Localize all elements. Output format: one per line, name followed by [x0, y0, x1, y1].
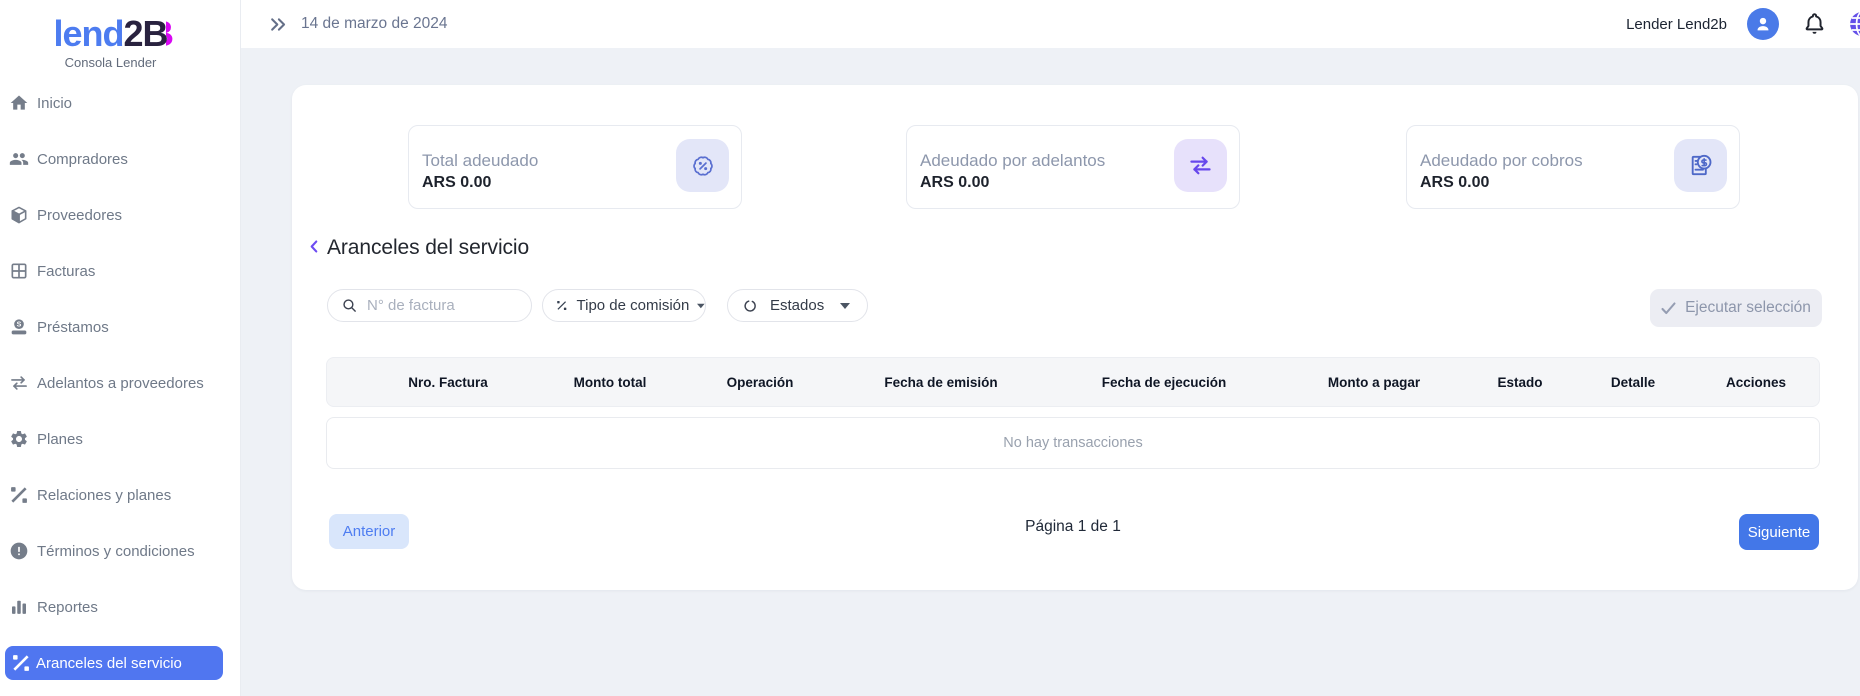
svg-text:S: S	[17, 321, 22, 329]
